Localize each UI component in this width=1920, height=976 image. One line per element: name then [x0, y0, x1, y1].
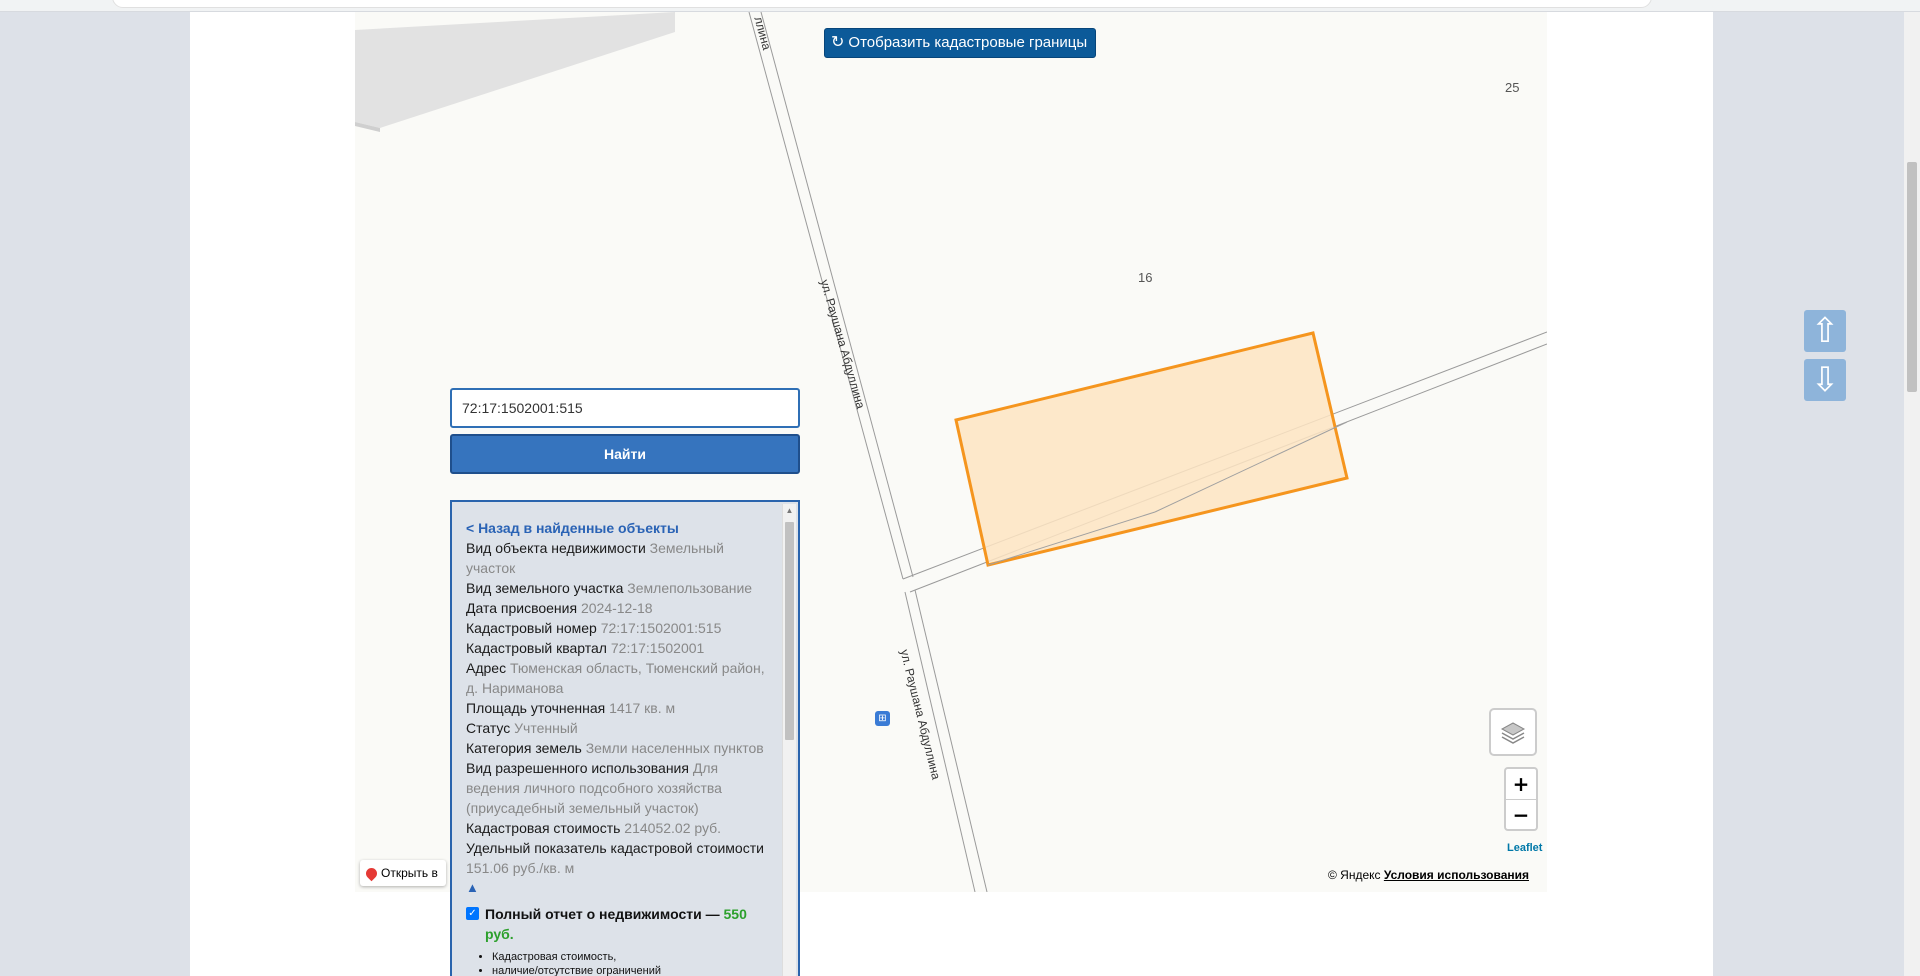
house-number: 16	[1138, 270, 1153, 285]
panel-scroll-thumb[interactable]	[785, 522, 794, 740]
zoom-control: + −	[1504, 767, 1538, 831]
leaflet-link[interactable]: Leaflet	[1507, 842, 1542, 854]
info-row: Статус Учтенный	[466, 720, 578, 736]
layers-button[interactable]	[1489, 708, 1537, 756]
scroll-down-button[interactable]: ⇩	[1804, 359, 1846, 401]
scroll-up-button[interactable]: ⇧	[1804, 310, 1846, 352]
zoom-in-button[interactable]: +	[1506, 769, 1536, 799]
info-row: Кадастровый номер 72:17:1502001:515	[466, 620, 722, 636]
info-row: Дата присвоения 2024-12-18	[466, 600, 653, 616]
terms-link[interactable]: Условия использования	[1384, 868, 1529, 882]
object-info-panel: < Назад в найденные объекты Вид объекта …	[450, 500, 800, 976]
info-row: Вид земельного участка Землепользование	[466, 580, 753, 596]
street-edge	[904, 591, 976, 892]
page-scrollbar[interactable]	[1904, 12, 1920, 976]
address-bar[interactable]	[112, 0, 1652, 8]
browser-toolbar	[0, 0, 1920, 12]
list-item: наличие/отсутствие ограничений	[492, 964, 766, 976]
scroll-up-arrow-icon[interactable]: ▲	[783, 504, 796, 518]
panel-content: < Назад в найденные объекты Вид объекта …	[466, 518, 766, 976]
back-to-results-link[interactable]: < Назад в найденные объекты	[466, 518, 766, 538]
layers-icon	[1500, 722, 1526, 744]
street-edge	[760, 12, 914, 578]
cadastral-search-input[interactable]: 72:17:1502001:515	[450, 388, 800, 428]
bus-stop-icon[interactable]: ⊞	[875, 711, 890, 726]
report-checkbox[interactable]: ✓	[466, 907, 479, 920]
info-row: Площадь уточненная 1417 кв. м	[466, 700, 676, 716]
collapse-toggle[interactable]: ▲	[466, 878, 766, 898]
building-shape	[355, 12, 675, 128]
page-scroll-thumb[interactable]	[1907, 162, 1917, 392]
info-row: Кадастровый квартал 72:17:1502001	[466, 640, 705, 656]
map-pin-icon	[363, 865, 380, 881]
refresh-icon: ↻	[831, 34, 845, 51]
info-row: Кадастровая стоимость 214052.02 руб.	[466, 820, 722, 836]
info-row: Удельный показатель кадастровой стоимост…	[466, 840, 764, 876]
show-cadastral-borders-button[interactable]: ↻ Отобразить кадастровые границы	[824, 28, 1097, 58]
panel-scrollbar[interactable]: ▲	[782, 504, 796, 976]
report-features-list: Кадастровая стоимость, наличие/отсутстви…	[492, 950, 766, 976]
open-in-yandex-button[interactable]: Открыть в	[360, 860, 446, 886]
info-row: Категория земель Земли населенных пункто…	[466, 740, 764, 756]
house-number: 25	[1505, 80, 1520, 95]
map-attribution: © Яндекс Условия использования	[1328, 868, 1529, 882]
list-item: Кадастровая стоимость,	[492, 950, 766, 964]
report-option[interactable]: ✓ Полный отчет о недвижимости — 550 руб.	[466, 904, 766, 944]
zoom-out-button[interactable]: −	[1506, 799, 1536, 829]
info-row: Адрес Тюменская область, Тюменский район…	[466, 660, 765, 696]
info-row: Вид объекта недвижимости Земельный участ…	[466, 540, 724, 576]
info-row: Вид разрешенного использования Для веден…	[466, 760, 722, 816]
find-button[interactable]: Найти	[450, 434, 800, 474]
